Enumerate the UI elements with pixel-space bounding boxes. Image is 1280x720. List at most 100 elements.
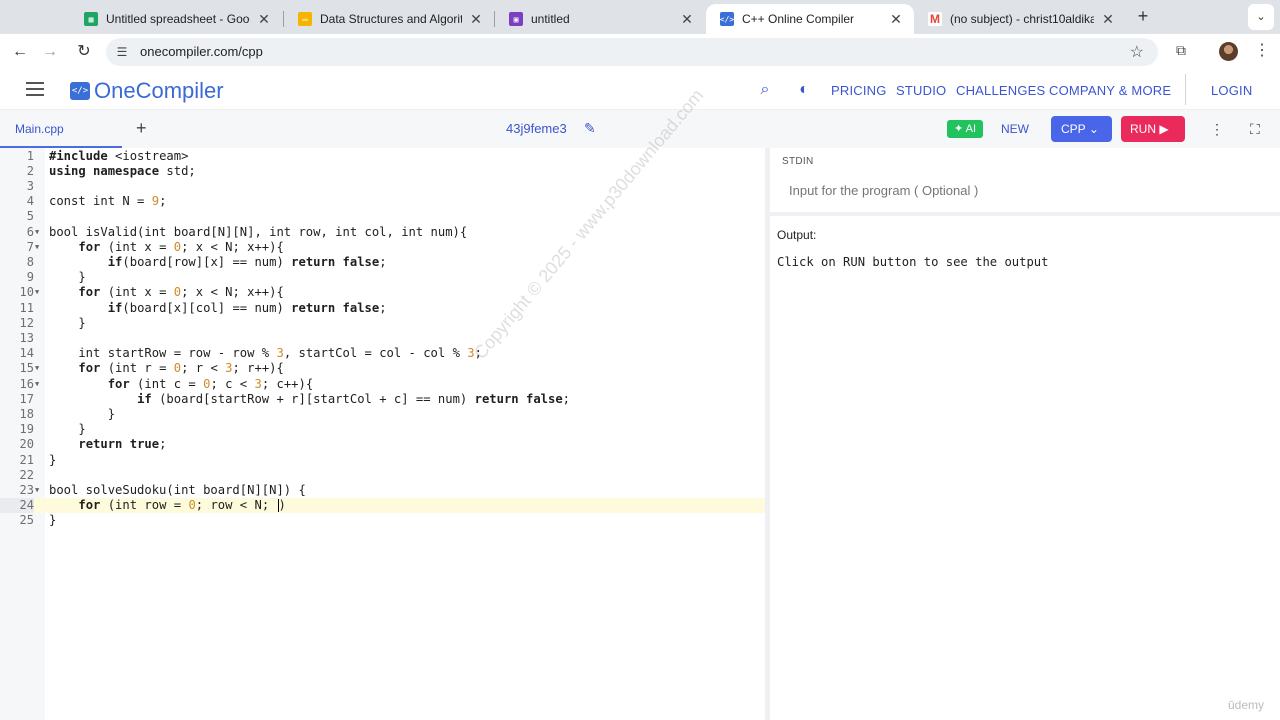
code-editor[interactable]: 1 #include <iostream> 2 using namespace std… (0, 148, 765, 720)
code-line[interactable]: 11 if(board[x][col] == num) return false… (0, 301, 765, 316)
code-text: } (49, 452, 57, 467)
code-text: if (board[startRow + r][startCol + c] ==… (137, 391, 571, 406)
new-tab-button[interactable]: + (1134, 5, 1152, 27)
browser-tab-untitled[interactable]: ▣ untitled ✕ (495, 4, 705, 34)
stdin-panel: STDIN (770, 148, 1280, 212)
code-line[interactable]: 9 } (0, 270, 765, 285)
language-select-button[interactable]: CPP ⌄ (1051, 116, 1112, 142)
code-line[interactable]: 22 (0, 468, 765, 483)
nav-pricing[interactable]: PRICING (831, 83, 887, 98)
bookmark-star-icon[interactable]: ☆ (1130, 42, 1144, 62)
line-number: 23 (19, 482, 34, 497)
code-line[interactable]: 23 ▼ bool solveSudoku(int board[N][N]) { (0, 483, 765, 498)
code-text: } (49, 315, 86, 330)
code-line[interactable]: 3 (0, 179, 765, 194)
code-line[interactable]: 15 ▼ for (int r = 0; r < 3; r++){ (0, 361, 765, 376)
hamburger-menu-icon[interactable] (26, 82, 44, 96)
gmail-icon: M (928, 12, 942, 26)
code-line[interactable]: 25} (0, 513, 765, 528)
close-icon[interactable]: ✕ (679, 11, 695, 28)
reload-icon[interactable]: ↻ (72, 40, 96, 64)
logo-code-icon: </> (70, 82, 90, 100)
browser-tab-slides[interactable]: ▭ Data Structures and Algorithm ✕ (284, 4, 494, 34)
code-line[interactable]: 20 return true; (0, 437, 765, 452)
line-number: 10 (19, 285, 34, 300)
code-line[interactable]: 8 if(board[row][x] == num) return false; (0, 255, 765, 270)
line-number: 16 (19, 376, 34, 391)
new-button[interactable]: NEW (1001, 122, 1029, 136)
site-settings-icon[interactable]: ☰ (114, 44, 130, 60)
ai-button[interactable]: ✦ AI (947, 120, 983, 138)
project-id[interactable]: 43j9feme3 (506, 121, 567, 136)
code-text: for (int x = 0; x < N; x++){ (78, 239, 284, 254)
line-number: 3 (26, 178, 34, 193)
fold-toggle-icon[interactable]: ▼ (35, 361, 43, 376)
sheets-icon: ▦ (84, 12, 98, 26)
code-line[interactable]: 12 } (0, 316, 765, 331)
nav-studio[interactable]: STUDIO (896, 83, 946, 98)
code-text: } (49, 406, 116, 421)
line-number: 15 (19, 361, 34, 376)
stdin-input[interactable] (789, 183, 1249, 198)
profile-avatar[interactable] (1219, 42, 1238, 61)
code-line[interactable]: 4 const int N = 9; (0, 194, 765, 209)
code-line[interactable]: 17 if (board[startRow + r][startCol + c]… (0, 392, 765, 407)
more-options-kebab-icon[interactable]: ⋮ (1210, 121, 1224, 138)
browser-tab-sheets[interactable]: ▦ Untitled spreadsheet - Google ✕ (70, 4, 282, 34)
nav-challenges[interactable]: CHALLENGES (956, 83, 1045, 98)
code-text: bool isValid(int board[N][N], int row, i… (49, 224, 468, 239)
run-button[interactable]: RUN ▶ (1121, 116, 1185, 142)
code-line[interactable]: 7 ▼ for (int x = 0; x < N; x++){ (0, 240, 765, 255)
slides-icon: ▭ (298, 12, 312, 26)
close-icon[interactable]: ✕ (1100, 11, 1116, 28)
run-label: RUN (1130, 122, 1156, 136)
close-icon[interactable]: ✕ (468, 11, 484, 28)
fullscreen-icon[interactable]: ⛶ (1250, 121, 1260, 138)
fold-toggle-icon[interactable]: ▼ (35, 483, 43, 498)
browser-tab-compiler[interactable]: </> C++ Online Compiler ✕ (706, 4, 914, 34)
search-icon[interactable]: ⌕ (756, 81, 774, 99)
code-line[interactable]: 6 ▼ bool isValid(int board[N][N], int row,… (0, 225, 765, 240)
line-number: 14 (19, 346, 34, 361)
code-text: return true; (78, 437, 167, 452)
back-arrow-icon[interactable]: ← (8, 40, 32, 64)
address-bar[interactable]: ☰ onecompiler.com/cpp ☆ (106, 38, 1158, 66)
browser-toolbar: ← → ↻ ☰ onecompiler.com/cpp ☆ ⧉ ⋮ (0, 34, 1280, 70)
fold-toggle-icon[interactable]: ▼ (35, 377, 43, 392)
line-number: 19 (19, 422, 34, 437)
line-number: 11 (19, 300, 34, 315)
fold-toggle-icon[interactable]: ▼ (35, 225, 43, 240)
file-tab-main[interactable]: Main.cpp (0, 110, 122, 148)
line-number: 4 (26, 194, 34, 209)
theme-toggle-icon[interactable]: ◐ (795, 81, 813, 99)
tab-title: untitled (531, 12, 570, 26)
nav-login[interactable]: LOGIN (1211, 83, 1252, 98)
line-number: 6 (26, 224, 34, 239)
url-text[interactable]: onecompiler.com/cpp (140, 44, 263, 59)
tab-search-chevron-icon[interactable]: ⌄ (1248, 4, 1274, 30)
code-line[interactable]: 10 ▼ for (int x = 0; x < N; x++){ (0, 285, 765, 300)
edit-pencil-icon[interactable]: ✎ (584, 120, 596, 137)
fold-toggle-icon[interactable]: ▼ (35, 240, 43, 255)
code-line[interactable]: 5 (0, 209, 765, 224)
code-line[interactable]: 21} (0, 453, 765, 468)
extensions-puzzle-icon[interactable]: ⧉ (1172, 42, 1190, 60)
code-line[interactable]: 24 for (int row = 0; row < N; ) (0, 498, 765, 514)
browser-menu-kebab-icon[interactable]: ⋮ (1254, 42, 1270, 60)
code-text: #include <iostream> (49, 148, 189, 163)
browser-tab-gmail[interactable]: M (no subject) - christ10aldika@ ✕ (914, 4, 1126, 34)
onecompiler-logo[interactable]: </> OneCompiler (70, 78, 224, 104)
add-file-plus-icon[interactable]: + (136, 118, 147, 139)
code-line[interactable]: 14 int startRow = row - row % 3, startCo… (0, 346, 765, 361)
code-line[interactable]: 18 } (0, 407, 765, 422)
code-text: for (int x = 0; x < N; x++){ (78, 285, 284, 300)
fold-toggle-icon[interactable]: ▼ (35, 285, 43, 300)
code-line[interactable]: 13 (0, 331, 765, 346)
close-icon[interactable]: ✕ (888, 11, 904, 28)
code-text: bool solveSudoku(int board[N][N]) { (49, 482, 306, 497)
forward-arrow-icon[interactable]: → (38, 40, 62, 64)
close-icon[interactable]: ✕ (256, 11, 272, 28)
code-line[interactable]: 16 ▼ for (int c = 0; c < 3; c++){ (0, 377, 765, 392)
nav-company-more[interactable]: COMPANY & MORE (1049, 83, 1171, 98)
code-line[interactable]: 19 } (0, 422, 765, 437)
